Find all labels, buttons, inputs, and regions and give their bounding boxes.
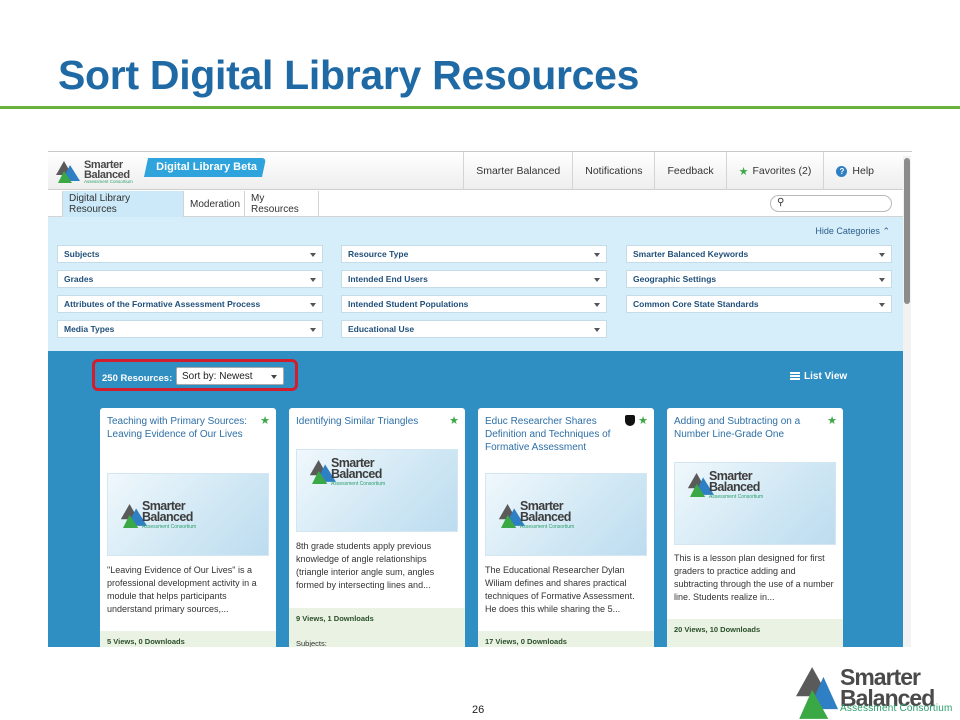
chevron-down-icon [879,278,885,282]
page-number: 26 [472,704,485,716]
chevron-down-icon [310,278,316,282]
filter-common-core-standards[interactable]: Common Core State Standards [626,295,892,313]
chevron-down-icon [879,253,885,257]
resource-card[interactable]: Adding and Subtracting on a Number Line-… [667,408,843,647]
star-icon[interactable]: ★ [638,414,648,427]
results-panel: 250 Resources: Sort by: Newest List View… [48,351,904,647]
search-icon: ⚲ [777,197,785,208]
tabs-row: Digital Library Resources Moderation My … [48,191,904,217]
chevron-up-icon: ⌃ [882,226,890,236]
chevron-down-icon [310,253,316,257]
tab-my-resources[interactable]: My Resources [245,191,319,217]
thumbnail-logo-subtitle: Assessment Consortium [142,524,197,530]
top-bar: Smarter Balanced Assessment Consortium Di… [48,152,904,190]
thumbnail-logo-text: Smarter Balanced [331,456,382,481]
resource-card[interactable]: Teaching with Primary Sources: Leaving E… [100,408,276,647]
chevron-down-icon [310,328,316,332]
thumbnail-logo-subtitle: Assessment Consortium [520,524,575,530]
filter-resource-type[interactable]: Resource Type [341,245,607,263]
digital-library-beta-tab[interactable]: Digital Library Beta [144,158,267,177]
logo-subtitle: Assessment Consortium [84,179,133,184]
star-icon[interactable]: ★ [449,414,459,427]
search-input[interactable]: ⚲ [770,195,892,212]
highlight-box [92,359,298,391]
thumbnail-logo-text: Smarter Balanced [709,469,760,494]
card-title[interactable]: Identifying Similar Triangles [296,415,446,428]
tab-digital-library-resources[interactable]: Digital Library Resources [62,191,184,217]
filter-grades[interactable]: Grades [57,270,323,288]
card-thumbnail[interactable]: Smarter Balanced Assessment Consortium [296,449,458,532]
filter-media-types[interactable]: Media Types [57,320,323,338]
chevron-down-icon [594,303,600,307]
list-view-button[interactable]: List View [790,371,847,382]
card-stats: 5 Views, 0 Downloads [100,631,276,647]
chevron-down-icon [594,253,600,257]
chevron-down-icon [594,328,600,332]
chevron-down-icon [594,278,600,282]
thumbnail-logo-text: Smarter Balanced [520,499,571,524]
hide-categories-link[interactable]: Hide Categories ⌃ [815,226,890,237]
logo-triangles-icon [56,161,80,183]
nav-feedback[interactable]: Feedback [654,152,725,190]
thumbnail-logo-subtitle: Assessment Consortium [709,494,764,500]
top-navigation: Smarter Balanced Notifications Feedback … [463,152,904,190]
filter-geographic-settings[interactable]: Geographic Settings [626,270,892,288]
thumbnail-logo-text: Smarter Balanced [142,499,193,524]
shield-icon [625,415,635,426]
help-icon: ? [836,165,848,177]
filter-attributes-formative-process[interactable]: Attributes of the Formative Assessment P… [57,295,323,313]
chevron-down-icon [310,303,316,307]
app-logo[interactable]: Smarter Balanced Assessment Consortium [56,157,148,185]
nav-help[interactable]: ? Help [823,152,904,190]
scrollbar-thumb[interactable] [904,158,910,304]
logo-text: Smarter Balanced [84,159,130,181]
card-thumbnail[interactable]: Smarter Balanced Assessment Consortium [674,462,836,545]
card-title[interactable]: Teaching with Primary Sources: Leaving E… [107,415,257,441]
slide-title: Sort Digital Library Resources [58,52,640,98]
title-rule [0,106,960,109]
card-title[interactable]: Educ Researcher Shares Definition and Te… [485,415,615,454]
brand-logo-subtitle: Assessment Consortium [840,703,953,714]
filter-subjects[interactable]: Subjects [57,245,323,263]
card-description: 8th grade students apply previous knowle… [296,541,435,590]
card-stats: 20 Views, 10 Downloads [667,619,843,647]
star-icon[interactable]: ★ [827,414,837,427]
card-description: This is a lesson plan designed for first… [674,553,834,602]
chevron-down-icon [879,303,885,307]
list-icon [790,371,800,381]
star-icon[interactable]: ★ [260,414,270,427]
card-thumbnail[interactable]: Smarter Balanced Assessment Consortium [485,473,647,556]
thumbnail-logo-subtitle: Assessment Consortium [331,481,386,487]
app-screenshot: Smarter Balanced Assessment Consortium Di… [48,151,912,647]
card-title[interactable]: Adding and Subtracting on a Number Line-… [674,415,824,441]
brand-logo: Smarter Balanced Assessment Consortium [796,665,960,720]
category-filters: Hide Categories ⌃ Subjects Grades Attrib… [48,217,904,351]
card-description: The Educational Researcher Dylan Wiliam … [485,565,635,614]
resource-card[interactable]: Educ Researcher Shares Definition and Te… [478,408,654,647]
tab-moderation[interactable]: Moderation [184,191,245,217]
card-description: "Leaving Evidence of Our Lives" is a pro… [107,565,257,614]
card-subjects-label: Subjects: [296,639,327,647]
nav-notifications[interactable]: Notifications [572,152,654,190]
resource-card[interactable]: Identifying Similar Triangles ★ Smarter B… [289,408,465,647]
nav-smarter-balanced[interactable]: Smarter Balanced [463,152,572,190]
filter-intended-end-users[interactable]: Intended End Users [341,270,607,288]
star-icon: ★ [738,165,749,178]
brand-triangles-icon [796,667,838,719]
filter-intended-student-populations[interactable]: Intended Student Populations [341,295,607,313]
card-thumbnail[interactable]: Smarter Balanced Assessment Consortium [107,473,269,556]
filter-educational-use[interactable]: Educational Use [341,320,607,338]
nav-favorites[interactable]: ★ Favorites (2) [725,152,824,190]
card-stats: 17 Views, 0 Downloads [478,631,654,647]
filter-sb-keywords[interactable]: Smarter Balanced Keywords [626,245,892,263]
